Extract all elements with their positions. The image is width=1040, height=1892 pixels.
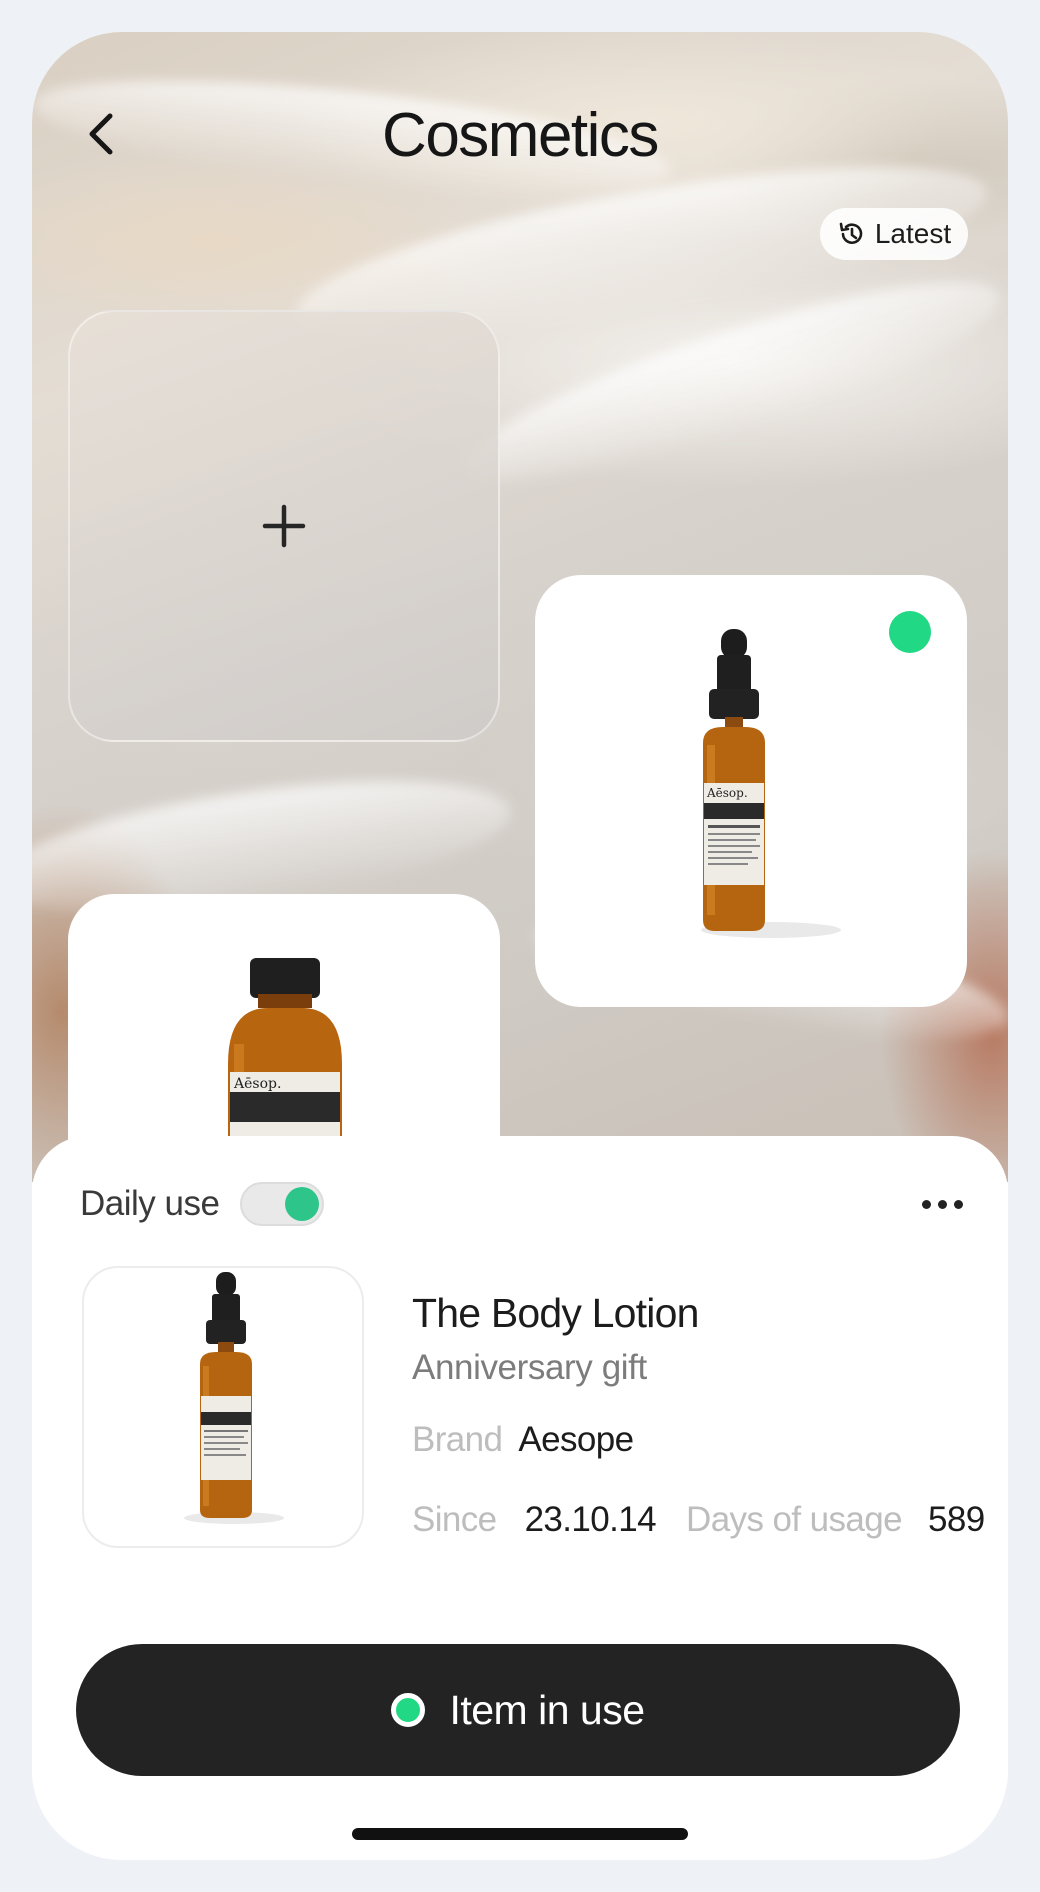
item-thumbnail bbox=[82, 1266, 364, 1548]
days-of-usage-label: Days of usage bbox=[686, 1500, 903, 1539]
item-in-use-label: Item in use bbox=[449, 1686, 645, 1733]
home-indicator[interactable] bbox=[352, 1828, 688, 1840]
brand-value: Aesope bbox=[518, 1420, 634, 1459]
brand-row: Brand Aesope bbox=[412, 1420, 634, 1460]
usage-row: Since 23.10.14 Days of usage 589 bbox=[412, 1500, 985, 1540]
days-of-usage-value: 589 bbox=[927, 1500, 985, 1539]
more-dot-icon bbox=[953, 1199, 963, 1209]
serum-bottle-image bbox=[184, 1272, 284, 1524]
page-title: Cosmetics bbox=[382, 101, 659, 170]
plus-icon bbox=[262, 504, 306, 548]
bottle-brand-text: Aēsop. bbox=[706, 786, 748, 800]
daily-use-label: Daily use bbox=[80, 1184, 220, 1223]
add-item-card[interactable] bbox=[68, 310, 500, 742]
item-in-use-button[interactable]: Item in use bbox=[76, 1644, 960, 1776]
item-subtitle: Anniversary gift bbox=[412, 1348, 647, 1387]
more-options-button[interactable] bbox=[912, 1184, 972, 1224]
daily-use-toggle[interactable] bbox=[240, 1182, 324, 1226]
toggle-knob bbox=[285, 1187, 319, 1221]
status-dot-icon bbox=[391, 1693, 426, 1727]
screen: Cosmetics Latest Aēsop. Aēsop. Daily use… bbox=[32, 32, 1008, 1860]
history-icon bbox=[839, 222, 863, 244]
since-value: 23.10.14 bbox=[524, 1500, 657, 1539]
more-dot-icon bbox=[937, 1199, 947, 1209]
phone-frame: Cosmetics Latest Aēsop. Aēsop. Daily use… bbox=[0, 0, 1040, 1892]
item-title: The Body Lotion bbox=[412, 1290, 699, 1336]
in-use-status-dot bbox=[889, 611, 931, 653]
brand-label: Brand bbox=[412, 1420, 503, 1459]
since-label: Since bbox=[412, 1500, 497, 1539]
more-dot-icon bbox=[921, 1199, 931, 1209]
bottle-brand-text: Aēsop. bbox=[233, 1076, 281, 1092]
sort-latest-chip[interactable]: Latest bbox=[820, 208, 968, 260]
sort-chip-label: Latest bbox=[874, 218, 952, 249]
product-card[interactable]: Aēsop. bbox=[535, 575, 967, 1007]
